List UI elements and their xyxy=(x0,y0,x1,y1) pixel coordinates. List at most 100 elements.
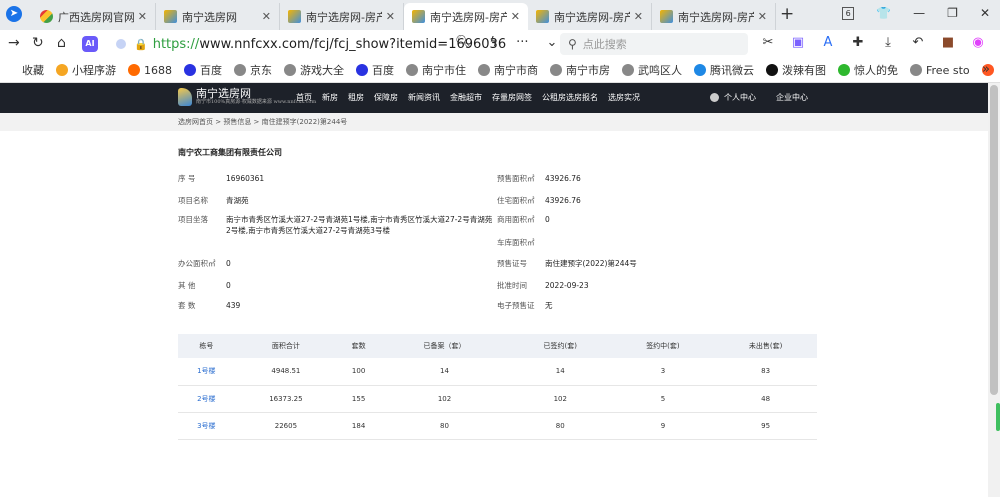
site-nav-item[interactable]: 新房 xyxy=(322,92,338,103)
info-label: 其 他 xyxy=(178,281,196,290)
lightning-icon[interactable]: ϟ xyxy=(490,35,499,50)
info-value: 无 xyxy=(545,301,553,310)
site-nav-item[interactable]: 存量房网签 xyxy=(492,92,532,103)
bookmark-favicon-icon xyxy=(6,64,18,76)
bookmark-item[interactable]: 京东 xyxy=(228,62,278,78)
restore-icon[interactable]: ❐ xyxy=(947,6,958,20)
download-icon[interactable]: ⤓ xyxy=(880,35,896,50)
info-row: 电子预售证 无 xyxy=(497,300,553,311)
minimize-icon[interactable]: — xyxy=(913,6,925,20)
home-icon[interactable]: ⌂ xyxy=(57,35,66,51)
table-cell: 14 xyxy=(380,358,509,386)
bookmark-item[interactable]: 百度 xyxy=(350,62,400,78)
shirt-icon[interactable]: 👕 xyxy=(876,6,891,20)
bookmarks-more-icon[interactable]: » xyxy=(982,62,990,77)
bookmark-item[interactable]: 泼辣有图 xyxy=(760,62,832,78)
bookmark-item[interactable]: 1688 xyxy=(122,64,178,77)
bookmark-item[interactable]: 南宁市住 xyxy=(400,62,472,78)
site-nav-item[interactable]: 金融超市 xyxy=(450,92,482,103)
table-cell: 95 xyxy=(714,412,817,440)
color-wheel-icon[interactable]: ◉ xyxy=(970,35,986,50)
info-label: 商用面积㎡ xyxy=(497,215,535,224)
info-label: 办公面积㎡ xyxy=(178,259,216,268)
bookmark-item[interactable]: 游戏大全 xyxy=(278,62,350,78)
info-row: 项目名称 青湖苑 xyxy=(178,195,249,206)
browser-tab[interactable]: 南宁选房网 ✕ xyxy=(156,3,280,30)
building-link[interactable]: 1号楼 xyxy=(178,358,235,386)
tab-close-icon[interactable]: ✕ xyxy=(262,10,271,23)
bookmark-item[interactable]: 武鸣区人 xyxy=(616,62,688,78)
table-header-cell: 面积合计 xyxy=(234,334,338,358)
bookmark-item[interactable]: 百度 xyxy=(178,62,228,78)
extensions-icon[interactable]: ✚ xyxy=(850,35,866,50)
undo-icon[interactable]: ↶ xyxy=(910,35,926,50)
bookmark-item[interactable]: Free sto xyxy=(904,64,976,77)
ai-tool-icon[interactable]: A xyxy=(820,35,836,50)
zoom-search-icon[interactable]: 🔍︎ xyxy=(455,35,472,50)
browser-tab[interactable]: 广西选房网官网首 ✕ xyxy=(32,3,156,30)
tab-count-badge[interactable]: 6 xyxy=(842,6,855,20)
site-nav-item[interactable]: 首页 xyxy=(296,92,312,103)
bookmark-item[interactable]: 南宁市房 xyxy=(544,62,616,78)
close-window-icon[interactable]: ✕ xyxy=(980,6,990,20)
tab-close-icon[interactable]: ✕ xyxy=(511,10,520,23)
site-nav-item[interactable]: 新闻资讯 xyxy=(408,92,440,103)
search-input[interactable]: ⚲ 点此搜索 xyxy=(560,33,748,55)
site-nav-item[interactable]: 公租房选房报名 xyxy=(542,92,598,103)
site-nav-item[interactable]: 选房实况 xyxy=(608,92,640,103)
user-center-link[interactable]: 个人中心 xyxy=(710,92,756,103)
info-value: 0 xyxy=(226,281,231,290)
forward-icon[interactable]: → xyxy=(8,35,20,51)
site-nav-item[interactable]: 保障房 xyxy=(374,92,398,103)
bookmark-label: 百度 xyxy=(200,64,222,77)
bookmark-item[interactable]: 腾讯微云 xyxy=(688,62,760,78)
scissors-icon[interactable]: ✂ xyxy=(760,35,776,50)
tab-close-icon[interactable]: ✕ xyxy=(634,10,643,23)
table-cell: 80 xyxy=(380,412,509,440)
info-label: 预售证号 xyxy=(497,259,527,268)
table-cell: 83 xyxy=(714,358,817,386)
bookmark-item[interactable]: 惊人的免 xyxy=(832,62,904,78)
more-dots-icon[interactable]: ··· xyxy=(516,35,528,50)
table-row: 1号楼 4948.51 100 14 14 3 83 xyxy=(178,358,817,386)
search-icon: ⚲ xyxy=(568,37,577,51)
vertical-scrollbar[interactable] xyxy=(988,83,1000,497)
chevron-down-icon[interactable]: ⌄ xyxy=(547,35,558,50)
browser-tab[interactable]: 南宁选房网-房产 ✕ xyxy=(404,3,528,30)
table-cell: 100 xyxy=(337,358,381,386)
bookmark-favicon-icon xyxy=(550,64,562,76)
bookmark-favicon-icon xyxy=(910,64,922,76)
table-cell: 102 xyxy=(508,385,612,413)
site-nav: 首页 新房 租房 保障房 新闻资讯 金融超市 存量房网签 公租房选房报名 选房实况 xyxy=(296,92,650,103)
user-icon xyxy=(710,93,719,102)
new-tab-button[interactable]: + xyxy=(780,4,794,24)
bookmark-label: 泼辣有图 xyxy=(782,64,826,77)
browser-tab[interactable]: 南宁选房网-房产 ✕ xyxy=(652,3,776,30)
bookmark-item[interactable]: 收藏 xyxy=(0,62,50,78)
bookmark-item[interactable]: 南宁市商 xyxy=(472,62,544,78)
browser-tab[interactable]: 南宁选房网-房产 ✕ xyxy=(280,3,404,30)
breadcrumb-bar: 选房网首页 > 预售信息 > 南住建预字(2022)第244号 xyxy=(0,113,988,131)
tab-close-icon[interactable]: ✕ xyxy=(138,10,147,23)
info-label: 预售面积㎡ xyxy=(497,174,535,183)
building-table: 栋号 面积合计 套数 已备案（套） 已签约(套) 签约中(套) 未出售(套) 1号楼 4948… xyxy=(178,334,817,440)
building-link[interactable]: 2号楼 xyxy=(178,385,235,413)
ai-assistant-icon[interactable]: AI xyxy=(82,36,98,52)
url-text[interactable]: https://www.nnfcxx.com/fcj/fcj_show?item… xyxy=(153,37,506,52)
breadcrumb[interactable]: 选房网首页 > 预售信息 > 南住建预字(2022)第244号 xyxy=(178,117,347,127)
scrollbar-thumb[interactable] xyxy=(990,85,998,395)
bookmark-item[interactable]: 小程序游 xyxy=(50,62,122,78)
tab-close-icon[interactable]: ✕ xyxy=(386,10,395,23)
browser-tab[interactable]: 南宁选房网-房产 ✕ xyxy=(528,3,652,30)
lock-icon[interactable]: 🔒 xyxy=(134,38,148,51)
tab-close-icon[interactable]: ✕ xyxy=(758,10,767,23)
browser-logo-icon[interactable]: ➤ xyxy=(6,6,22,22)
site-shield-icon[interactable] xyxy=(116,39,126,49)
refresh-icon[interactable]: ↻ xyxy=(32,35,44,51)
enterprise-center-link[interactable]: 企业中心 xyxy=(776,92,808,103)
site-nav-item[interactable]: 租房 xyxy=(348,92,364,103)
bookmark-label: 南宁市商 xyxy=(494,64,538,77)
wallet-icon[interactable]: ■ xyxy=(940,35,956,50)
translate-icon[interactable]: ▣ xyxy=(790,35,806,50)
building-link[interactable]: 3号楼 xyxy=(178,412,235,440)
